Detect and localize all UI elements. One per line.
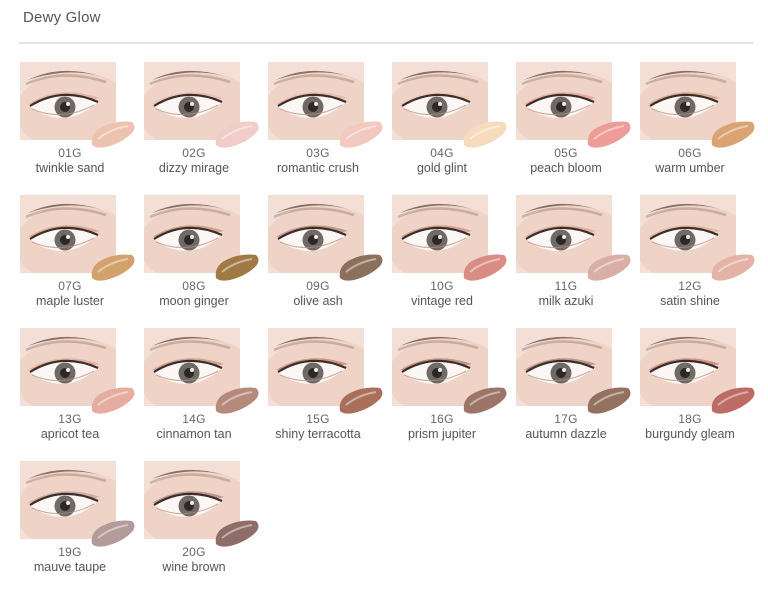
shade-name: apricot tea <box>40 427 100 441</box>
shade-code: 17G <box>554 412 578 426</box>
shade-name: olive ash <box>293 294 343 308</box>
shade-card-16g[interactable]: 16G prism jupiter <box>391 328 513 456</box>
shade-code: 02G <box>182 146 206 160</box>
shade-code: 01G <box>58 146 82 160</box>
shade-name: moon ginger <box>159 294 229 308</box>
shade-card-17g[interactable]: 17G autumn dazzle <box>515 328 637 456</box>
shade-card-04g[interactable]: 04G gold glint <box>391 62 513 190</box>
shade-name: maple luster <box>35 294 105 308</box>
shade-name: romantic crush <box>277 161 359 175</box>
shade-name: vintage red <box>411 294 473 308</box>
shade-code: 04G <box>430 146 454 160</box>
shade-code: 05G <box>554 146 578 160</box>
shade-name: satin shine <box>660 294 720 308</box>
shade-card-07g[interactable]: 07G maple luster <box>19 195 141 323</box>
shade-card-14g[interactable]: 14G cinnamon tan <box>143 328 265 456</box>
shade-code: 18G <box>678 412 702 426</box>
shade-name: dizzy mirage <box>158 161 230 175</box>
shade-name: peach bloom <box>530 161 602 175</box>
shade-card-19g[interactable]: 19G mauve taupe <box>19 461 141 589</box>
shade-code: 16G <box>430 412 454 426</box>
shade-card-11g[interactable]: 11G milk azuki <box>515 195 637 323</box>
shade-code: 11G <box>554 279 578 293</box>
shade-card-13g[interactable]: 13G apricot tea <box>19 328 141 456</box>
shade-code: 03G <box>306 146 330 160</box>
shade-code: 10G <box>430 279 454 293</box>
shade-card-08g[interactable]: 08G moon ginger <box>143 195 265 323</box>
shade-name: milk azuki <box>538 294 594 308</box>
shade-card-12g[interactable]: 12G satin shine <box>639 195 761 323</box>
shade-code: 07G <box>58 279 82 293</box>
shade-name: gold glint <box>416 161 468 175</box>
shade-name: wine brown <box>162 560 226 574</box>
shade-name: shiny terracotta <box>275 427 361 441</box>
shade-card-15g[interactable]: 15G shiny terracotta <box>267 328 389 456</box>
shade-card-01g[interactable]: 01G twinkle sand <box>19 62 141 190</box>
shade-card-02g[interactable]: 02G dizzy mirage <box>143 62 265 190</box>
shade-name: warm umber <box>655 161 725 175</box>
shade-code: 15G <box>306 412 330 426</box>
shade-card-18g[interactable]: 18G burgundy gleam <box>639 328 761 456</box>
shade-name: cinnamon tan <box>156 427 232 441</box>
shade-code: 06G <box>678 146 702 160</box>
shade-code: 20G <box>182 545 206 559</box>
shade-grid: 01G twinkle sand 02G dizzy mirage 03G ro… <box>0 0 768 601</box>
shade-name: twinkle sand <box>35 161 105 175</box>
shade-card-06g[interactable]: 06G warm umber <box>639 62 761 190</box>
shade-code: 19G <box>58 545 82 559</box>
shade-code: 14G <box>182 412 206 426</box>
shade-name: prism jupiter <box>407 427 477 441</box>
shade-name: burgundy gleam <box>645 427 735 441</box>
shade-code: 09G <box>306 279 330 293</box>
shade-card-20g[interactable]: 20G wine brown <box>143 461 265 589</box>
shade-code: 08G <box>182 279 206 293</box>
shade-card-05g[interactable]: 05G peach bloom <box>515 62 637 190</box>
shade-name: autumn dazzle <box>525 427 607 441</box>
shade-card-03g[interactable]: 03G romantic crush <box>267 62 389 190</box>
shade-code: 13G <box>58 412 82 426</box>
shade-card-10g[interactable]: 10G vintage red <box>391 195 513 323</box>
shade-card-09g[interactable]: 09G olive ash <box>267 195 389 323</box>
shade-name: mauve taupe <box>33 560 107 574</box>
shade-code: 12G <box>678 279 702 293</box>
